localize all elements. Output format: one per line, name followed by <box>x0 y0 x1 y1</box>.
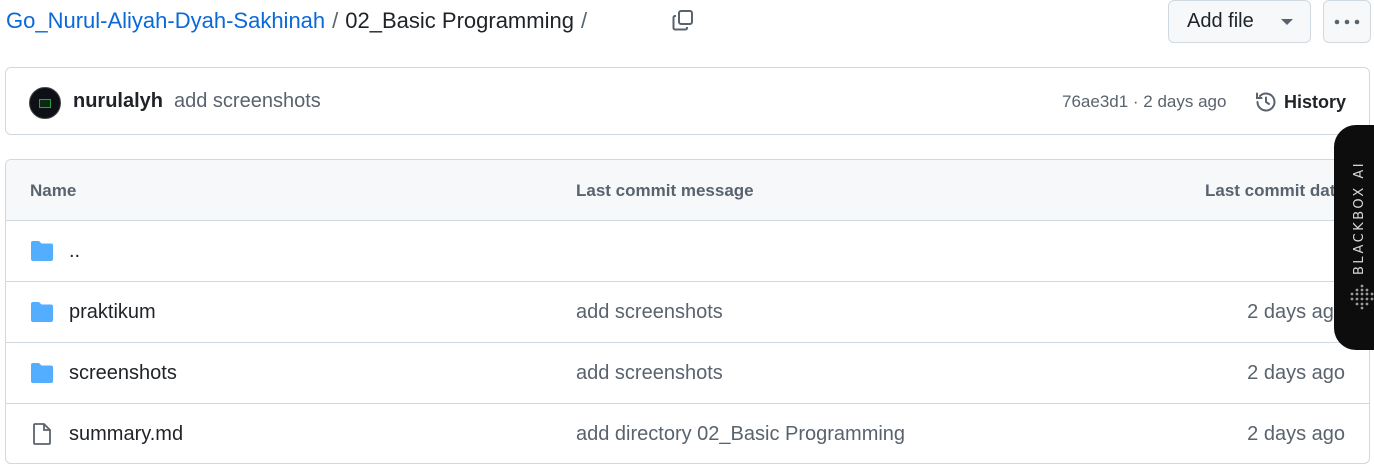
table-row-parent-directory[interactable]: .. <box>6 221 1369 282</box>
table-row[interactable]: summary.md add directory 02_Basic Progra… <box>6 404 1369 463</box>
blackbox-ai-tab[interactable]: BLACKBOX AI <box>1334 125 1374 350</box>
avatar-screen-icon <box>39 98 51 108</box>
copy-icon <box>672 10 693 31</box>
commit-message-link[interactable]: add screenshots <box>576 301 723 324</box>
breadcrumb-current-folder: 02_Basic Programming <box>345 8 574 33</box>
file-name-link[interactable]: screenshots <box>69 362 177 385</box>
kebab-horizontal-icon <box>1334 19 1360 24</box>
add-file-label: Add file <box>1187 10 1254 32</box>
breadcrumb-trailing-separator: / <box>580 8 588 33</box>
file-icon <box>33 423 51 445</box>
column-header-date: Last commit date <box>1205 181 1345 200</box>
avatar[interactable] <box>29 87 61 119</box>
column-header-message: Last commit message <box>576 181 754 200</box>
table-row[interactable]: praktikum add screenshots 2 days ago <box>6 282 1369 343</box>
parent-directory-link[interactable]: .. <box>69 240 80 263</box>
breadcrumb: Go_Nurul-Aliyah-Dyah-Sakhinah / 02_Basic… <box>6 6 594 36</box>
table-header: Name Last commit message Last commit dat… <box>6 160 1369 221</box>
commit-author-link[interactable]: nurulalyh <box>73 90 163 113</box>
copy-path-button[interactable] <box>666 5 700 35</box>
commit-hash-and-time[interactable]: 76ae3d1 · 2 days ago <box>1062 92 1226 112</box>
blackbox-ai-label: BLACKBOX AI <box>1352 160 1367 275</box>
latest-commit-bar: nurulalyh add screenshots 76ae3d1 · 2 da… <box>5 67 1370 135</box>
breadcrumb-separator: / <box>332 8 339 33</box>
commit-date: 2 days ago <box>1247 301 1345 323</box>
column-header-name: Name <box>30 181 77 200</box>
history-label: History <box>1284 91 1347 112</box>
history-icon <box>1256 92 1276 112</box>
breadcrumb-repo-link[interactable]: Go_Nurul-Aliyah-Dyah-Sakhinah <box>6 8 325 34</box>
commit-date: 2 days ago <box>1247 362 1345 384</box>
file-name-link[interactable]: summary.md <box>69 423 183 446</box>
commit-date: 2 days ago <box>1247 423 1345 445</box>
folder-icon <box>31 302 53 322</box>
blackbox-logo-icon <box>1350 284 1374 310</box>
triangle-down-icon <box>1281 19 1293 25</box>
commit-message-link[interactable]: add directory 02_Basic Programming <box>576 423 905 446</box>
table-row[interactable]: screenshots add screenshots 2 days ago <box>6 343 1369 404</box>
file-name-link[interactable]: praktikum <box>69 301 156 324</box>
commit-message-link[interactable]: add screenshots <box>576 362 723 385</box>
add-file-button[interactable]: Add file <box>1168 0 1311 43</box>
more-options-button[interactable] <box>1323 0 1371 43</box>
folder-icon <box>31 241 53 261</box>
folder-icon <box>31 363 53 383</box>
history-button[interactable]: History <box>1254 87 1346 117</box>
commit-message-link[interactable]: add screenshots <box>174 90 321 113</box>
file-table: Name Last commit message Last commit dat… <box>5 159 1370 464</box>
